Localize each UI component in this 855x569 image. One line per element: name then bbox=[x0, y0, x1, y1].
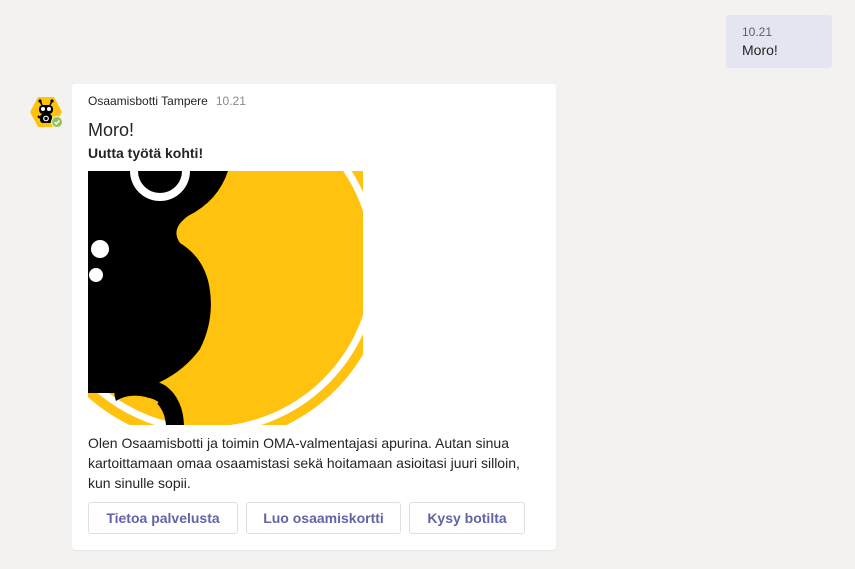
bot-avatar[interactable] bbox=[30, 96, 63, 128]
hero-image bbox=[88, 171, 363, 425]
message-header: Osaamisbotti Tampere 10.21 bbox=[88, 94, 246, 108]
user-message-text: Moro! bbox=[742, 42, 778, 58]
create-skill-card-button[interactable]: Luo osaamiskortti bbox=[246, 502, 401, 534]
card-actions: Tietoa palvelusta Luo osaamiskortti Kysy… bbox=[88, 502, 525, 534]
user-message-bubble[interactable]: 10.21 Moro! bbox=[726, 15, 832, 68]
user-message-time: 10.21 bbox=[742, 25, 773, 39]
bot-message-card: Osaamisbotti Tampere 10.21 Moro! Uutta ty… bbox=[72, 84, 556, 550]
message-time: 10.21 bbox=[215, 94, 246, 108]
sender-name: Osaamisbotti Tampere bbox=[88, 94, 208, 108]
card-subtitle: Uutta työtä kohti! bbox=[88, 145, 204, 161]
card-body-text: Olen Osaamisbotti ja toimin OMA-valmenta… bbox=[88, 435, 520, 491]
ask-bot-button[interactable]: Kysy botilta bbox=[409, 502, 525, 534]
info-service-button[interactable]: Tietoa palvelusta bbox=[88, 502, 238, 534]
chat-pane: 10.21 Moro! Osaamisbotti Tampere 10.21 M… bbox=[0, 0, 855, 569]
card-title: Moro! bbox=[88, 120, 135, 140]
robot-hero-illustration bbox=[88, 171, 363, 425]
presence-available-icon bbox=[51, 116, 63, 128]
